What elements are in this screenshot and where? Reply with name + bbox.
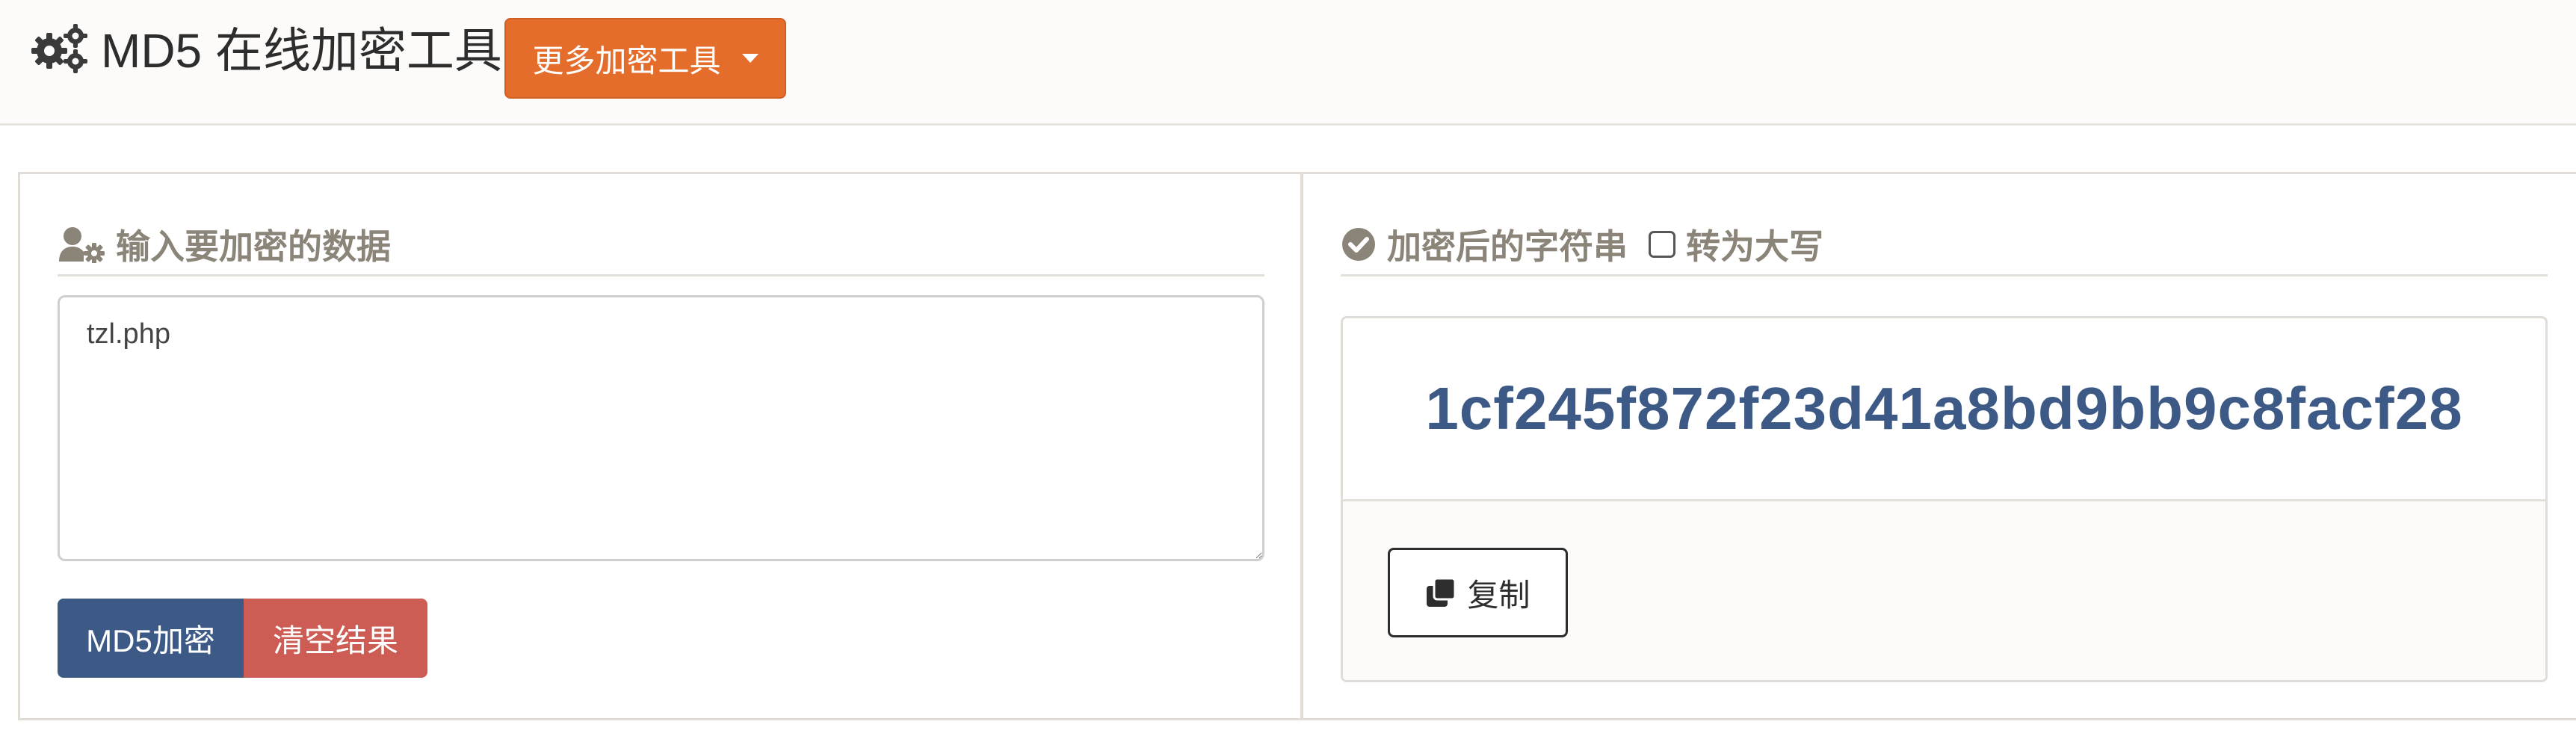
uppercase-checkbox[interactable]: [1649, 231, 1675, 258]
md5-encrypt-button[interactable]: MD5加密: [58, 599, 244, 678]
clone-icon: [1427, 577, 1457, 607]
input-panel-title: 输入要加密的数据: [58, 223, 391, 266]
md5-hash-output: 1cf245f872f23d41a8bd9bb9c8facf28: [1343, 318, 2545, 501]
check-circle-icon: [1342, 228, 1375, 261]
result-card-footer: 复制: [1343, 501, 2545, 680]
copy-label: 复制: [1467, 577, 1531, 613]
more-tools-dropdown-button[interactable]: 更多加密工具: [504, 18, 786, 99]
input-panel-title-text: 输入要加密的数据: [116, 227, 391, 266]
result-card: 1cf245f872f23d41a8bd9bb9c8facf28 复制: [1341, 316, 2548, 682]
copy-button[interactable]: 复制: [1388, 548, 1568, 637]
input-panel: 输入要加密的数据 tzl.php MD5加密 清空结果: [18, 172, 1303, 720]
gears-icon: [31, 24, 87, 73]
result-panel: 加密后的字符串 转为大写 1cf245f872f23d41a8bd9bb9c8f…: [1301, 172, 2576, 720]
result-panel-title-text: 加密后的字符串: [1387, 227, 1628, 266]
divider: [1341, 274, 2548, 276]
clear-result-button[interactable]: 清空结果: [244, 599, 427, 678]
uppercase-label: 转为大写: [1686, 227, 1823, 266]
caret-down-icon: [741, 54, 759, 63]
data-input[interactable]: tzl.php: [58, 295, 1264, 561]
page-title: MD5 在线加密工具: [101, 24, 502, 78]
top-header: MD5 在线加密工具 更多加密工具: [0, 0, 2576, 126]
divider: [58, 274, 1264, 276]
result-panel-title: 加密后的字符串 转为大写: [1341, 223, 1823, 266]
more-tools-label: 更多加密工具: [532, 43, 721, 78]
user-gear-icon: [59, 227, 105, 263]
action-buttons: MD5加密 清空结果: [58, 599, 427, 678]
